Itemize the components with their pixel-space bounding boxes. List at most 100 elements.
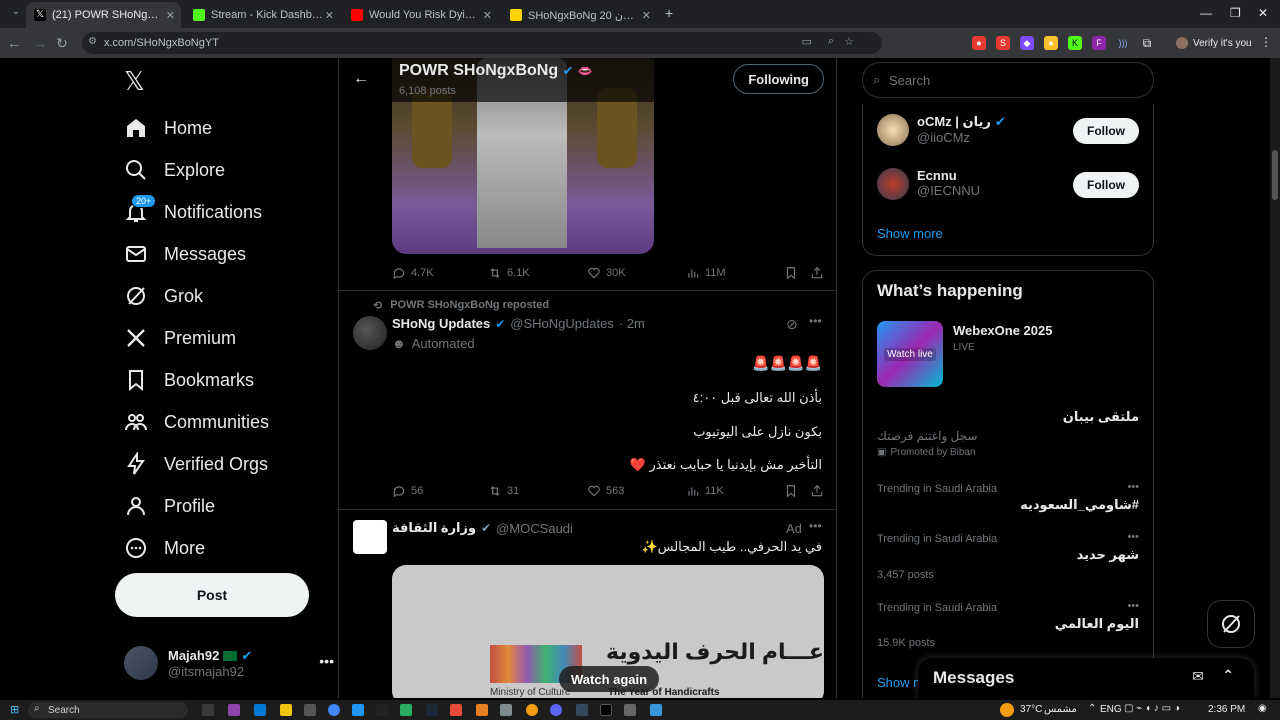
zoom-icon[interactable]: ⌕: [828, 35, 834, 48]
views-button[interactable]: 11M: [686, 266, 726, 280]
app-icon[interactable]: [450, 704, 462, 716]
app-icon[interactable]: [476, 704, 488, 716]
browser-menu-icon[interactable]: ⋮: [1260, 35, 1272, 49]
tiktok-icon[interactable]: [600, 704, 612, 716]
url-field[interactable]: ⚙ x.com/SHoNgxBoNgYT ▭ ⌕ ☆: [82, 32, 882, 54]
extension-waves-icon[interactable]: ))): [1116, 36, 1130, 50]
back-arrow-icon[interactable]: ←: [353, 70, 369, 88]
close-icon[interactable]: ✕: [166, 9, 175, 22]
tray-icons[interactable]: ▢ ⌁ ◖ ♪ ▭ ◑: [1124, 703, 1180, 714]
moc-avatar[interactable]: [353, 520, 387, 554]
notification-center-icon[interactable]: ◉: [1258, 703, 1267, 714]
promo-title[interactable]: ملتقى بيبان: [1063, 409, 1139, 425]
close-icon[interactable]: ✕: [325, 9, 334, 22]
search-input[interactable]: ⌕ Search: [862, 62, 1154, 98]
nav-verified-orgs[interactable]: Verified Orgs: [124, 446, 268, 482]
restore-icon[interactable]: ❐: [1230, 6, 1241, 20]
suggestion-1[interactable]: oCMz | ريان ✔ @iioCMz: [917, 114, 1006, 145]
avatar[interactable]: [353, 316, 387, 350]
app-icon[interactable]: [352, 704, 364, 716]
app-icon[interactable]: [376, 704, 388, 716]
like-button[interactable]: 563: [587, 484, 624, 498]
retweet-button[interactable]: 6.1K: [488, 266, 530, 280]
app-icon[interactable]: [526, 704, 538, 716]
language-indicator[interactable]: ENG: [1100, 704, 1122, 715]
edge-icon[interactable]: [254, 704, 266, 716]
reload-icon[interactable]: ↻: [50, 35, 74, 52]
nav-notifications[interactable]: 20+ Notifications: [124, 194, 262, 230]
bookmark-button[interactable]: [784, 484, 798, 498]
app-icon[interactable]: [500, 704, 512, 716]
app-icon[interactable]: [228, 704, 240, 716]
nav-explore[interactable]: Explore: [124, 152, 225, 188]
clock[interactable]: 2:36 PM: [1208, 704, 1245, 715]
trend-title[interactable]: اليوم العالمي: [1055, 616, 1139, 632]
nav-profile[interactable]: Profile: [124, 488, 215, 524]
discord-icon[interactable]: [550, 704, 562, 716]
windows-start-icon[interactable]: ⊞: [10, 703, 19, 716]
watch-again-button[interactable]: Watch again: [559, 666, 660, 692]
new-tab-icon[interactable]: +: [665, 5, 673, 21]
follow-button[interactable]: Follow: [1073, 118, 1139, 144]
back-icon[interactable]: ←: [2, 35, 26, 51]
views-button[interactable]: 11K: [686, 484, 724, 498]
messages-drawer[interactable]: Messages ✉ ⌃: [918, 658, 1254, 698]
page-scrollbar[interactable]: [1270, 58, 1280, 698]
bookmark-button[interactable]: [784, 266, 798, 280]
extension-kick-icon[interactable]: K: [1068, 36, 1082, 50]
extension-s-icon[interactable]: S: [996, 36, 1010, 50]
steam-icon[interactable]: [426, 704, 438, 716]
more-dots-icon[interactable]: •••: [809, 314, 822, 328]
explorer-icon[interactable]: [280, 704, 292, 716]
more-dots-icon[interactable]: •••: [319, 653, 334, 669]
grok-explain-icon[interactable]: ⊘: [786, 316, 798, 333]
nav-more[interactable]: More: [124, 530, 205, 566]
reply-button[interactable]: 56: [392, 484, 423, 498]
scrollbar-thumb[interactable]: [1272, 150, 1278, 200]
nav-messages[interactable]: Messages: [124, 236, 246, 272]
bookmark-star-icon[interactable]: ☆: [844, 35, 854, 48]
extension-f-icon[interactable]: F: [1092, 36, 1106, 50]
more-dots-icon[interactable]: •••: [1127, 600, 1139, 612]
more-dots-icon[interactable]: •••: [1127, 481, 1139, 493]
tab-search-icon[interactable]: ⌄: [4, 6, 28, 17]
tab-kick-dashboard[interactable]: Stream - Kick Dashboard ✕: [185, 2, 340, 28]
following-button[interactable]: Following: [733, 64, 824, 94]
store-icon[interactable]: [304, 704, 316, 716]
show-more-link[interactable]: Show m: [877, 675, 924, 690]
taskbar-search[interactable]: ⌕ Search: [28, 702, 188, 718]
tweet-author-name[interactable]: SHoNg Updates: [392, 316, 490, 331]
extension-shield-icon[interactable]: ◆: [1020, 36, 1034, 50]
event-title[interactable]: WebexOne 2025: [953, 323, 1052, 338]
nav-home[interactable]: Home: [124, 110, 212, 146]
extensions-puzzle-icon[interactable]: ⧉: [1140, 36, 1154, 50]
grok-float-button[interactable]: [1207, 600, 1255, 648]
app-icon[interactable]: [624, 704, 636, 716]
close-icon[interactable]: ✕: [483, 9, 492, 22]
more-dots-icon[interactable]: •••: [809, 519, 822, 533]
share-button[interactable]: [810, 266, 824, 280]
avatar[interactable]: [877, 168, 909, 200]
like-button[interactable]: 30K: [587, 266, 626, 280]
window-close-icon[interactable]: ✕: [1258, 6, 1268, 20]
extension-yellow-icon[interactable]: ●: [1044, 36, 1058, 50]
nav-premium[interactable]: Premium: [124, 320, 236, 356]
close-icon[interactable]: ✕: [642, 9, 651, 22]
nav-bookmarks[interactable]: Bookmarks: [124, 362, 254, 398]
weather-sun-icon[interactable]: [1000, 703, 1014, 717]
new-message-icon[interactable]: ✉: [1192, 668, 1204, 685]
profile-chip[interactable]: Verify it's you: [1176, 33, 1252, 53]
minimize-icon[interactable]: —: [1200, 6, 1212, 20]
tab-snapchat[interactable]: SHoNgxBoNg 20 مليووون (@Sh ✕: [502, 2, 657, 28]
tweet-time[interactable]: · 2m: [619, 316, 645, 331]
tab-youtube-video[interactable]: Would You Risk Dying For $500 ✕: [343, 2, 498, 28]
more-dots-icon[interactable]: •••: [1127, 531, 1139, 543]
task-view-icon[interactable]: [202, 704, 214, 716]
tray-chevron-icon[interactable]: ⌃: [1088, 703, 1096, 714]
install-icon[interactable]: ▭: [802, 35, 812, 48]
nav-communities[interactable]: Communities: [124, 404, 269, 440]
tweet-author-handle[interactable]: @MOCSaudi: [496, 521, 573, 536]
tab-x-profile[interactable]: 𝕏 (21) POWR SHoNgxBoNg (@Sh ✕: [26, 2, 181, 28]
suggestion-2[interactable]: Ecnnu @IECNNU: [917, 168, 980, 198]
nav-grok[interactable]: Grok: [124, 278, 203, 314]
